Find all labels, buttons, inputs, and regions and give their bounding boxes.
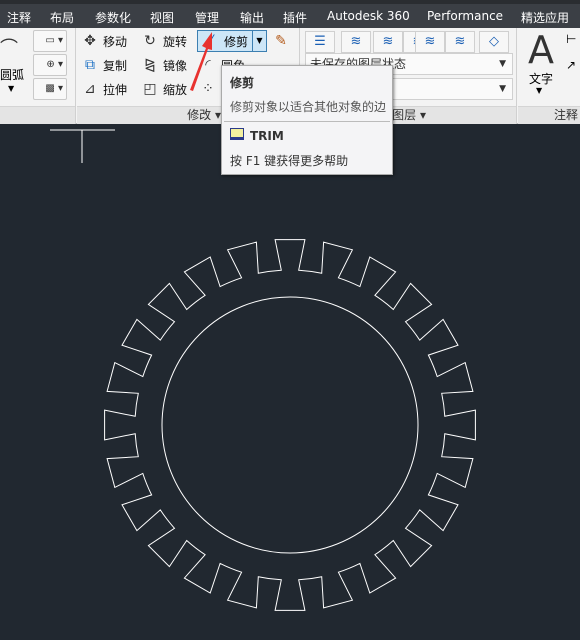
gear-outline[interactable] <box>104 239 476 611</box>
crosshair-cursor <box>50 129 115 163</box>
stretch-button[interactable]: ⊿ 拉伸 <box>81 78 127 100</box>
rotate-icon: ↻ <box>144 33 156 49</box>
menu-parametric[interactable]: 参数化 <box>95 9 131 26</box>
menu-view[interactable]: 视图 <box>150 9 174 26</box>
red-arrow <box>190 32 212 91</box>
menu-featured-apps[interactable]: 精选应用 <box>521 9 569 26</box>
draw-panel: ⌒ 圆弧 ▼ ▭ ▾ ⊕ ▾ ▩ ▾ <box>0 28 76 124</box>
tooltip-title: 修剪 <box>230 76 255 90</box>
trim-dropdown[interactable]: ▼ <box>252 31 266 51</box>
brush-icon: ✎ <box>275 33 287 49</box>
menu-plugins[interactable]: 插件 <box>283 9 307 26</box>
annotation-panel: A 文字 ▼ ⊢ ↗ 注释 <box>518 28 580 124</box>
layer-properties-button[interactable]: ☰ <box>305 31 335 53</box>
menu-annotate[interactable]: 注释 <box>7 9 31 26</box>
drawing-canvas[interactable] <box>0 125 580 640</box>
layer-unisolate-button[interactable]: ≋ <box>445 31 475 53</box>
trim-tooltip: 修剪 修剪对象以适合其他对象的边 TRIM 按 F1 键获得更多帮助 <box>221 65 393 175</box>
menu-performance[interactable]: Performance <box>427 9 503 23</box>
gear-inner-circle[interactable] <box>161 296 419 554</box>
text-button[interactable]: 文字 <box>529 70 553 87</box>
layer-match-button[interactable]: ≋ <box>373 31 403 53</box>
tooltip-help: 按 F1 键获得更多帮助 <box>230 154 349 168</box>
stretch-icon: ⊿ <box>84 81 96 97</box>
scale-icon: ◰ <box>143 81 157 97</box>
rectangle-button[interactable]: ▭ ▾ <box>33 30 67 52</box>
command-icon <box>230 128 244 140</box>
tooltip-description: 修剪对象以适合其他对象的边 <box>230 100 387 114</box>
arc-dropdown[interactable]: ▼ <box>8 84 14 93</box>
text-icon: A <box>528 28 554 72</box>
copy-button[interactable]: ⧉ 复制 <box>81 54 127 76</box>
arc-icon: ⌒ <box>0 38 18 59</box>
hatch-button[interactable]: ▩ ▾ <box>33 78 67 100</box>
copy-icon: ⧉ <box>85 57 95 73</box>
menu-autodesk360[interactable]: Autodesk 360 <box>327 9 410 23</box>
arc-button[interactable]: 圆弧 <box>0 66 24 83</box>
menu-layout[interactable]: 布局 <box>50 9 74 26</box>
layer-isolate-button[interactable]: ≋ <box>415 31 445 53</box>
layer-freeze-button[interactable]: ◇ <box>479 31 509 53</box>
move-button[interactable]: ✥ 移动 <box>81 30 127 52</box>
menu-output[interactable]: 输出 <box>240 9 264 26</box>
dimension-icon[interactable]: ⊢ <box>566 32 576 46</box>
layer-state-button[interactable]: ≋ <box>341 31 371 53</box>
match-properties-button[interactable]: ✎ <box>272 30 294 52</box>
mirror-icon: ⧎ <box>144 57 156 73</box>
ellipse-button[interactable]: ⊕ ▾ <box>33 54 67 76</box>
move-icon: ✥ <box>84 33 96 49</box>
tooltip-command: TRIM <box>250 129 284 143</box>
leader-icon[interactable]: ↗ <box>566 58 576 72</box>
menu-bar: 注释 布局 参数化 视图 管理 输出 插件 Autodesk 360 Perfo… <box>0 0 580 28</box>
menu-manage[interactable]: 管理 <box>195 9 219 26</box>
